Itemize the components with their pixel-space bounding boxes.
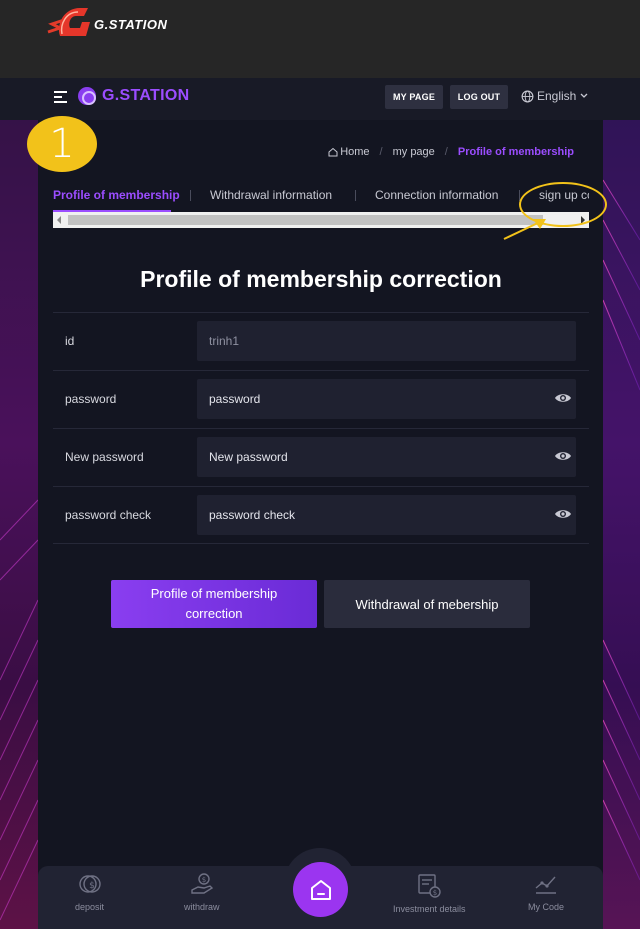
- id-value: trinh1: [209, 334, 240, 348]
- tab-bar: Profile of membership Withdrawal informa…: [53, 188, 589, 210]
- password-check-input[interactable]: password check: [197, 495, 576, 535]
- log-out-button[interactable]: LOG OUT: [450, 85, 508, 109]
- hamburger-menu-icon[interactable]: [54, 91, 67, 104]
- home-icon: [328, 147, 338, 157]
- bottom-nav-deposit[interactable]: $ deposit: [75, 872, 104, 912]
- home-button[interactable]: [293, 862, 348, 917]
- scroll-right-arrow-icon[interactable]: [581, 216, 585, 224]
- tab-profile-of-membership[interactable]: Profile of membership: [53, 188, 180, 202]
- form-row-password-check: password check password check: [53, 486, 589, 544]
- breadcrumb-current: Profile of membership: [457, 146, 574, 158]
- top-logo: G.STATION: [46, 2, 167, 42]
- password-input[interactable]: password: [197, 379, 576, 419]
- password-label: password: [65, 392, 117, 406]
- withdraw-hand-icon: $: [191, 873, 213, 894]
- language-label: English: [537, 89, 577, 103]
- withdrawal-of-membership-button[interactable]: Withdrawal of mebership: [324, 580, 530, 628]
- scrollbar-thumb[interactable]: [68, 215, 543, 225]
- membership-form: id trinh1 password password New password…: [53, 312, 589, 544]
- tab-connection-information[interactable]: Connection information: [375, 188, 498, 202]
- eye-icon[interactable]: [554, 391, 572, 405]
- svg-text:$: $: [433, 889, 437, 897]
- brand-logo[interactable]: G.STATION: [78, 87, 189, 105]
- top-logo-text: G.STATION: [94, 16, 168, 32]
- tab-withdrawal-information[interactable]: Withdrawal information: [210, 188, 332, 202]
- bottom-nav-my-code[interactable]: My Code: [528, 872, 564, 912]
- scroll-left-arrow-icon[interactable]: [57, 216, 61, 224]
- language-selector[interactable]: English: [521, 89, 589, 103]
- breadcrumb-home[interactable]: Home: [328, 146, 370, 158]
- breadcrumb: Home / my page / Profile of membership: [328, 146, 574, 158]
- tab-divider: [190, 190, 191, 201]
- form-row-id: id trinh1: [53, 312, 589, 370]
- breadcrumb-separator: /: [444, 146, 448, 158]
- form-row-password: password password: [53, 370, 589, 428]
- svg-text:$: $: [89, 881, 95, 891]
- password-placeholder: password: [209, 392, 261, 406]
- investment-details-label: Investment details: [393, 904, 466, 914]
- profile-correction-button-line1: Profile of membership: [150, 586, 278, 601]
- id-label: id: [65, 334, 75, 348]
- eye-icon[interactable]: [554, 449, 572, 463]
- profile-correction-button-line2: correction: [185, 606, 243, 621]
- gstation-logo-icon: [47, 8, 90, 36]
- deposit-label: deposit: [75, 902, 105, 912]
- my-code-chart-icon: [535, 876, 556, 894]
- deposit-coin-icon: $: [78, 875, 101, 893]
- new-password-label: New password: [65, 450, 144, 464]
- password-check-label: password check: [65, 508, 152, 522]
- tab-divider: [519, 190, 520, 201]
- breadcrumb-my-page[interactable]: my page: [393, 146, 435, 158]
- breadcrumb-separator: /: [379, 146, 383, 158]
- step-number-badge: 1: [27, 116, 97, 172]
- my-code-label: My Code: [528, 902, 565, 912]
- profile-correction-button[interactable]: Profile of membership correction: [111, 580, 317, 628]
- password-check-placeholder: password check: [209, 508, 296, 522]
- eye-icon[interactable]: [554, 507, 572, 521]
- tab-sign-up[interactable]: sign up cc: [539, 188, 589, 202]
- new-password-input[interactable]: New password: [197, 437, 576, 477]
- withdraw-label: withdraw: [184, 902, 220, 912]
- my-page-button[interactable]: MY PAGE: [385, 85, 443, 109]
- form-row-new-password: New password New password: [53, 428, 589, 486]
- pointer-arrow-icon: [503, 219, 546, 240]
- page-title: Profile of membership correction: [140, 266, 502, 292]
- bottom-nav-investment-details[interactable]: $ Investment details: [393, 872, 466, 914]
- top-banner: G.STATION: [0, 0, 640, 78]
- globe-icon: [521, 90, 534, 102]
- id-field: trinh1: [197, 321, 576, 361]
- breadcrumb-home-label: Home: [340, 146, 370, 158]
- investment-document-icon: $: [418, 874, 441, 898]
- tab-divider: [355, 190, 356, 201]
- chevron-down-icon: [580, 93, 588, 98]
- new-password-placeholder: New password: [209, 450, 288, 464]
- svg-text:$: $: [202, 876, 206, 884]
- bottom-nav-withdraw[interactable]: $ withdraw: [184, 872, 220, 912]
- home-icon: [310, 879, 331, 900]
- brand-name: G.STATION: [102, 87, 190, 104]
- brand-coin-icon: [78, 87, 96, 105]
